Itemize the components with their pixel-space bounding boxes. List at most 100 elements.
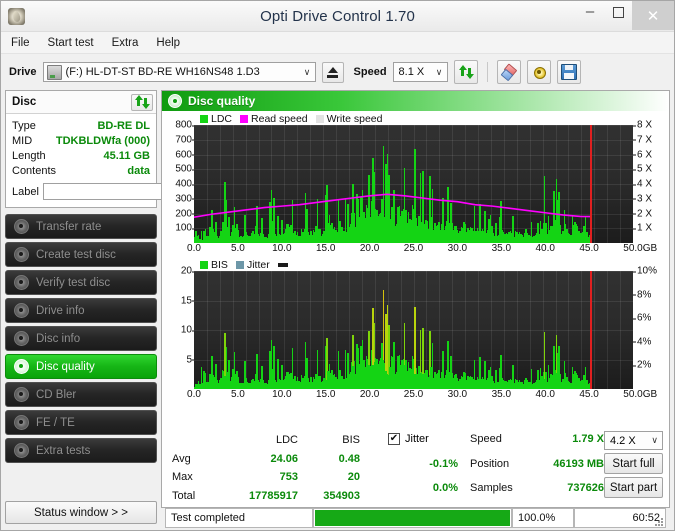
ldc-y-axis-left: 100 200 300 400 500 600 700 800 <box>164 120 195 243</box>
gear-icon <box>532 65 546 79</box>
erase-button[interactable] <box>496 60 521 84</box>
stats-area: LDC BIS Avg 24.06 0.48 Max 753 20 Total … <box>162 428 669 507</box>
legend-swatch-read-speed <box>240 115 249 123</box>
maximize-button[interactable] <box>604 1 632 23</box>
menu-help[interactable]: Help <box>156 37 180 49</box>
menu-file[interactable]: File <box>11 37 30 49</box>
settings-button[interactable] <box>526 60 551 84</box>
y2-tick-label: 10% <box>632 265 658 277</box>
save-button[interactable] <box>556 60 581 84</box>
y2-tick-label: 6 X <box>632 149 653 160</box>
disc-length-value: 45.11 GB <box>103 149 150 162</box>
readout-samples-value: 737626 <box>567 482 604 495</box>
disc-row-contents: Contents data <box>12 163 150 178</box>
x-tick-label: 50.0 <box>623 389 643 400</box>
test-speed-select[interactable]: 4.2 X ∨ <box>604 431 663 450</box>
bis-y-axis-right: 2% 4% 6% 8% 10% <box>632 266 667 389</box>
stats-max-jitter: 0.0% <box>432 482 458 495</box>
y-tick-label: 800 <box>175 119 195 131</box>
y-tick-label: 20 <box>180 265 196 277</box>
x-tick-label: 5.0 <box>230 243 245 254</box>
stats-corner <box>172 432 214 448</box>
sidebar-item-verify-test-disc[interactable]: Verify test disc <box>5 270 157 295</box>
jitter-toggle-row[interactable]: ✔ Jitter <box>388 431 458 447</box>
x-tick-label: 35.0 <box>491 389 512 400</box>
ldc-y-axis-right: 1 X 2 X 3 X 4 X 5 X 6 X 7 X 8 X <box>632 120 667 243</box>
eject-button[interactable] <box>321 61 344 83</box>
bis-plot-area[interactable] <box>194 271 633 389</box>
readout-speed-value: 1.79 X <box>572 433 604 445</box>
sidebar-item-disc-quality[interactable]: Disc quality <box>5 354 157 379</box>
drive-label: Drive <box>9 66 37 78</box>
app-icon <box>8 7 25 25</box>
sidebar-item-drive-info[interactable]: Drive info <box>5 298 157 323</box>
y2-tick-label: 5 X <box>632 163 653 175</box>
disc-mid-key: MID <box>12 134 33 147</box>
ldc-plot-row: 100 200 300 400 500 600 700 800 1 X 2 X 3 X 4 X 5 X… <box>164 120 667 243</box>
title-bar: Opti Drive Control 1.70 – ✕ <box>1 1 674 32</box>
y2-tick-label: 1 X <box>632 222 653 234</box>
speed-select-value: 8.1 X <box>398 66 425 78</box>
nav-list: Transfer rate Create test disc Verify te… <box>5 214 157 463</box>
x-tick-label: 15.0 <box>315 389 336 400</box>
y-tick-label: 10 <box>180 324 196 336</box>
start-part-button[interactable]: Start part <box>604 477 663 498</box>
toolbar-divider <box>486 62 488 82</box>
x-axis-unit: GB <box>642 243 658 254</box>
legend-item-write-speed: Write speed <box>315 113 383 125</box>
disc-label-key: Label <box>12 185 39 198</box>
disc-row-mid: MID TDKBLDWfa (000) <box>12 133 150 148</box>
ldc-plot-area[interactable] <box>194 125 633 243</box>
disc-mid-value: TDKBLDWfa (000) <box>55 134 150 147</box>
sidebar-item-fe-te[interactable]: FE / TE <box>5 410 157 435</box>
readout-samples-key: Samples <box>470 482 513 495</box>
action-buttons: 4.2 X ∨ Start full Start part <box>604 431 665 505</box>
bis-x-axis: 0.0 5.0 10.0 15.0 20.0 25.0 30.0 35.0 40.0 45.0 50… <box>187 389 657 403</box>
ldc-chart: LDC Read speed Write speed 100 200 300 4… <box>164 113 667 257</box>
progress-bar <box>313 508 512 528</box>
resize-grip[interactable] <box>655 518 663 526</box>
y2-tick-label: 8 X <box>632 119 653 131</box>
disc-icon <box>14 359 29 374</box>
sidebar-item-cd-bler[interactable]: CD Bler <box>5 382 157 407</box>
y2-tick-label: 3 X <box>632 193 653 205</box>
minimize-button[interactable]: – <box>576 1 604 31</box>
legend-item-bis: BIS <box>200 259 228 271</box>
x-tick-label: 30.0 <box>447 243 468 254</box>
stats-row-label-total: Total <box>172 489 196 502</box>
speed-select[interactable]: 8.1 X ∨ <box>392 62 448 82</box>
y2-tick-label: 2 X <box>632 208 653 219</box>
menu-start-test[interactable]: Start test <box>48 37 94 49</box>
eraser-icon <box>500 63 518 82</box>
y2-tick-label: 2% <box>632 359 652 371</box>
stats-header-ldc: LDC <box>275 434 298 447</box>
disc-refresh-button[interactable] <box>131 93 153 111</box>
sidebar-item-disc-info[interactable]: Disc info <box>5 326 157 351</box>
disc-icon <box>14 415 29 430</box>
refresh-button[interactable] <box>453 60 478 84</box>
status-text: Test completed <box>165 508 313 528</box>
sidebar-item-extra-tests[interactable]: Extra tests <box>5 438 157 463</box>
disc-icon <box>14 303 29 318</box>
legend-swatch-write-speed <box>315 115 324 123</box>
sidebar-item-label: Drive info <box>36 304 85 317</box>
readout-speed-key: Speed <box>470 433 502 445</box>
sidebar-item-label: Extra tests <box>36 444 91 457</box>
jitter-checkbox[interactable]: ✔ <box>388 433 400 445</box>
window-controls: – ✕ <box>576 1 674 31</box>
drive-select[interactable]: (F:) HL-DT-ST BD-RE WH16NS48 1.D3 ∨ <box>42 62 316 82</box>
status-window-button[interactable]: Status window > > <box>5 501 157 524</box>
y-tick-label: 200 <box>175 208 195 219</box>
sidebar-item-create-test-disc[interactable]: Create test disc <box>5 242 157 267</box>
legend-item-jitter: Jitter <box>235 259 270 271</box>
sidebar-item-label: Transfer rate <box>36 220 102 233</box>
x-tick-label: 45.0 <box>579 243 599 254</box>
disc-type-key: Type <box>12 119 36 132</box>
y-tick-label: 700 <box>175 134 195 146</box>
menu-extra[interactable]: Extra <box>112 37 139 49</box>
start-full-button[interactable]: Start full <box>604 453 663 474</box>
sidebar-item-transfer-rate[interactable]: Transfer rate <box>5 214 157 239</box>
close-button[interactable]: ✕ <box>632 1 674 30</box>
disc-row-length: Length 45.11 GB <box>12 148 150 163</box>
x-axis-unit: GB <box>642 389 658 400</box>
